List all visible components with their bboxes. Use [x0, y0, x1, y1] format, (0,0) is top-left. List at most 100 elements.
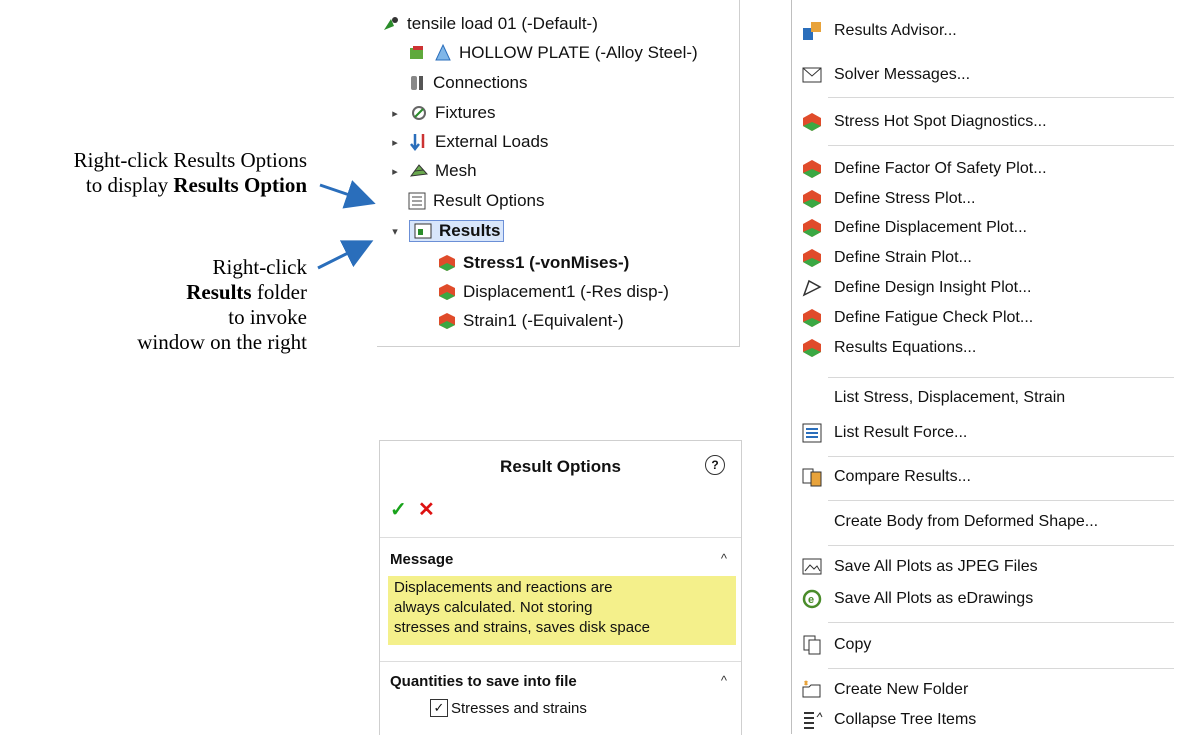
new-folder-icon — [801, 679, 823, 701]
menu-item-design-insight[interactable]: Define Design Insight Plot... — [801, 276, 1031, 300]
tree-item-displacement1[interactable]: Displacement1 (-Res disp-) — [437, 278, 669, 306]
cancel-button[interactable]: ✕ — [418, 497, 435, 522]
save-jpeg-icon — [801, 556, 823, 578]
menu-item-save-jpeg[interactable]: Save All Plots as JPEG Files — [801, 555, 1038, 579]
tree-item-study[interactable]: tensile load 01 (-Default-) — [381, 10, 598, 38]
help-icon[interactable]: ? — [705, 455, 725, 475]
menu-separator — [828, 622, 1174, 623]
fatigue-check-icon — [801, 307, 823, 329]
divider — [380, 661, 741, 662]
result-options-icon — [407, 191, 427, 211]
menu-item-results-advisor[interactable]: Results Advisor... — [801, 19, 957, 43]
results-folder-selected[interactable]: Results — [409, 220, 505, 242]
arrow-to-result-options — [319, 180, 376, 209]
tree-item-label: External Loads — [435, 132, 549, 151]
menu-separator — [828, 377, 1174, 378]
menu-separator — [828, 500, 1174, 501]
divider — [380, 537, 741, 538]
menu-item-create-body[interactable]: Create Body from Deformed Shape... — [834, 510, 1098, 534]
stresses-strains-checkbox[interactable]: ✓ — [430, 699, 448, 717]
results-equations-icon — [801, 337, 823, 359]
menu-item-compare-results[interactable]: Compare Results... — [801, 465, 971, 489]
list-result-force-icon — [801, 422, 823, 444]
message-box: Displacements and reactions are always c… — [388, 576, 736, 645]
collapse-message-icon[interactable]: ^ — [721, 551, 727, 566]
menu-item-label: Define Strain Plot... — [834, 249, 972, 266]
expand-arrow-icon[interactable]: ▸ — [389, 107, 401, 120]
menu-separator — [828, 668, 1174, 669]
message-line: stresses and strains, saves disk space — [394, 619, 650, 636]
menu-item-label: Collapse Tree Items — [834, 711, 977, 728]
menu-separator — [828, 456, 1174, 457]
menu-item-strain-plot[interactable]: Define Strain Plot... — [801, 246, 972, 270]
menu-item-list-stress[interactable]: List Stress, Displacement, Strain — [834, 386, 1065, 410]
menu-item-stress-plot[interactable]: Define Stress Plot... — [801, 187, 975, 211]
menu-item-label: Results Advisor... — [834, 22, 957, 39]
copy-icon — [801, 634, 823, 656]
quantities-section-header[interactable]: Quantities to save into file — [390, 673, 577, 690]
menu-separator — [828, 145, 1174, 146]
strain-plot-icon — [801, 247, 823, 269]
results-folder-icon — [413, 221, 433, 241]
arrow-to-results-folder — [317, 240, 374, 270]
tree-item-external-loads[interactable]: ▸ External Loads — [389, 128, 548, 156]
panel-title: Result Options — [500, 457, 621, 476]
message-line: always calculated. Not storing — [394, 599, 593, 616]
tree-item-label: Mesh — [435, 161, 477, 180]
tree-item-results[interactable]: ▾ Results — [389, 217, 505, 245]
tree-item-fixtures[interactable]: ▸ Fixtures — [389, 99, 495, 127]
expand-arrow-icon[interactable]: ▸ — [389, 136, 401, 149]
menu-separator — [828, 97, 1174, 98]
tree-item-part[interactable]: HOLLOW PLATE (-Alloy Steel-) — [407, 39, 698, 67]
menu-item-solver-messages[interactable]: Solver Messages... — [801, 63, 970, 87]
menu-item-displacement-plot[interactable]: Define Displacement Plot... — [801, 216, 1027, 240]
tree-item-label: Strain1 (-Equivalent-) — [463, 311, 624, 330]
tree-item-connections[interactable]: Connections — [407, 69, 528, 97]
results-advisor-icon — [801, 20, 823, 42]
solver-messages-icon — [801, 64, 823, 86]
tree-item-result-options[interactable]: Result Options — [407, 187, 545, 215]
menu-item-label: List Stress, Displacement, Strain — [834, 389, 1066, 406]
menu-item-save-edrawings[interactable]: e Save All Plots as eDrawings — [801, 587, 1033, 611]
menu-item-results-equations[interactable]: Results Equations... — [801, 336, 976, 360]
stresses-strains-option[interactable]: ✓ Stresses and strains — [430, 699, 587, 717]
hot-spot-icon — [801, 111, 823, 133]
tree-item-label: HOLLOW PLATE (-Alloy Steel-) — [459, 43, 698, 62]
edrawings-icon: e — [801, 588, 823, 610]
body-icon — [433, 43, 453, 63]
message-line: Displacements and reactions are — [394, 579, 613, 596]
menu-item-label: Create Body from Deformed Shape... — [834, 513, 1099, 530]
results-context-menu: Results Advisor... Solver Messages... St… — [791, 0, 1182, 734]
simulation-feature-tree: tensile load 01 (-Default-) HOLLOW PLATE… — [377, 0, 740, 347]
menu-item-label: Compare Results... — [834, 468, 971, 485]
ok-button[interactable]: ✓ — [390, 497, 407, 522]
tree-item-label: Displacement1 (-Res disp-) — [463, 282, 669, 301]
collapse-quantities-icon[interactable]: ^ — [721, 673, 727, 688]
tree-item-strain1[interactable]: Strain1 (-Equivalent-) — [437, 307, 624, 335]
tree-item-label: Connections — [433, 73, 528, 92]
tree-item-mesh[interactable]: ▸ Mesh — [389, 157, 477, 185]
tree-item-label: Fixtures — [435, 103, 496, 122]
collapse-arrow-icon[interactable]: ▾ — [389, 225, 401, 238]
menu-item-copy[interactable]: Copy — [801, 633, 871, 657]
menu-item-fatigue-check[interactable]: Define Fatigue Check Plot... — [801, 306, 1033, 330]
menu-item-collapse-tree[interactable]: Collapse Tree Items — [801, 708, 976, 732]
tree-item-label: Stress1 (-vonMises-) — [463, 253, 630, 272]
menu-item-factor-of-safety[interactable]: Define Factor Of Safety Plot... — [801, 157, 1047, 181]
strain-plot-icon — [437, 311, 457, 331]
tree-item-label: Results — [439, 221, 501, 240]
menu-item-label: Copy — [834, 636, 872, 653]
message-section-header[interactable]: Message — [390, 551, 453, 568]
stress-plot-icon — [801, 188, 823, 210]
design-insight-icon — [801, 277, 823, 299]
displacement-plot-icon — [801, 217, 823, 239]
tree-item-stress1[interactable]: Stress1 (-vonMises-) — [437, 249, 629, 277]
expand-arrow-icon[interactable]: ▸ — [389, 165, 401, 178]
part-icon — [407, 43, 427, 63]
menu-item-label: Save All Plots as JPEG Files — [834, 558, 1038, 575]
menu-item-create-folder[interactable]: Create New Folder — [801, 678, 968, 702]
menu-item-hot-spot[interactable]: Stress Hot Spot Diagnostics... — [801, 110, 1047, 134]
menu-item-label: Create New Folder — [834, 681, 969, 698]
menu-item-list-result-force[interactable]: List Result Force... — [801, 421, 967, 445]
menu-item-label: Save All Plots as eDrawings — [834, 590, 1034, 607]
